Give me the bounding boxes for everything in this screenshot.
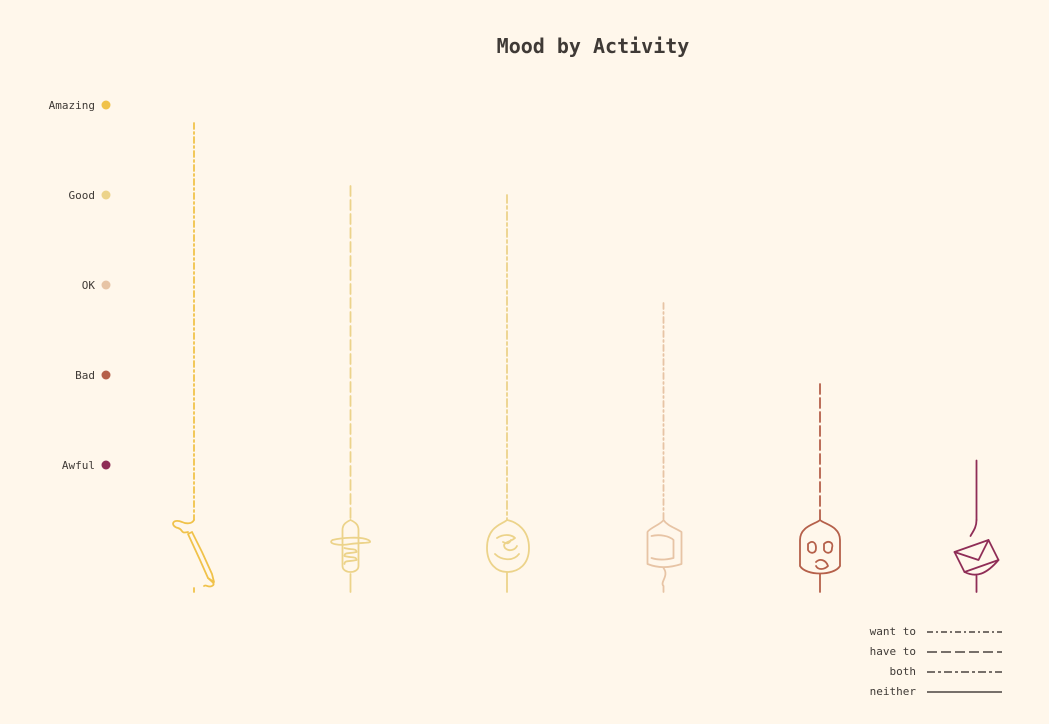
legend-label-want-to: want to <box>870 625 916 638</box>
cup-icon <box>646 519 683 593</box>
mood-dot-awful <box>101 460 111 470</box>
mood-label-awful: Awful <box>62 459 95 472</box>
mood-label-amazing: Amazing <box>49 99 95 112</box>
face-doodle-icon <box>486 519 530 593</box>
mood-dot-ok <box>101 280 111 290</box>
envelope-icon <box>953 519 1000 593</box>
mood-axis: Amazing Good OK Bad Awful <box>49 99 111 472</box>
microphone-icon <box>330 519 371 593</box>
legend-label-neither: neither <box>870 685 917 698</box>
pencil-icon <box>172 519 215 593</box>
mood-dot-amazing <box>101 100 111 110</box>
activity-stems <box>193 122 978 521</box>
legend-label-both: both <box>890 665 917 678</box>
activity-icons <box>172 519 1000 593</box>
mood-label-good: Good <box>69 189 96 202</box>
mood-dot-bad <box>101 370 111 380</box>
chart-title: Mood by Activity <box>497 34 690 58</box>
mood-chart: Mood by Activity Amazing Good OK Bad Awful w… <box>49 34 1002 698</box>
mood-label-ok: OK <box>82 279 96 292</box>
legend-label-have-to: have to <box>870 645 916 658</box>
mood-dot-good <box>101 190 111 200</box>
line-style-legend: want to have to both neither <box>870 625 1002 698</box>
mood-label-bad: Bad <box>75 369 95 382</box>
mask-icon <box>799 519 841 593</box>
